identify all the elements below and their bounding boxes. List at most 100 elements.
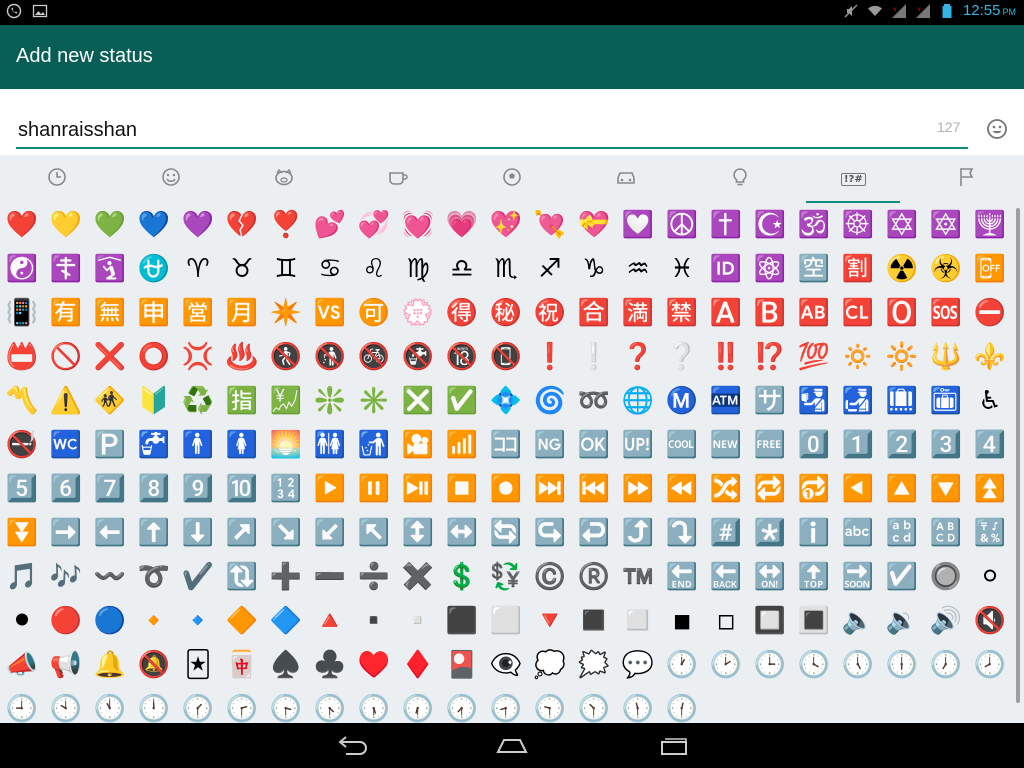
emoji-key[interactable]: 💖 [484,203,528,247]
emoji-key[interactable]: 📴 [968,247,1012,291]
emoji-key[interactable]: ◾ [660,599,704,643]
emoji-key[interactable]: ➖ [308,555,352,599]
emoji-key[interactable]: 🔠 [924,511,968,555]
emoji-key[interactable]: 🌀 [528,379,572,423]
emoji-key[interactable]: 💔 [220,203,264,247]
emoji-key[interactable]: ✖️ [396,555,440,599]
emoji-key[interactable]: ☑️ [880,555,924,599]
emoji-key[interactable]: 🕉️ [792,203,836,247]
emoji-key[interactable]: ☦️ [44,247,88,291]
emoji-key[interactable]: ♈ [176,247,220,291]
emoji-key[interactable]: 💗 [440,203,484,247]
emoji-key[interactable]: 🅾️ [880,291,924,335]
emoji-key[interactable]: ↕️ [396,511,440,555]
emoji-key[interactable]: 🈲 [660,291,704,335]
emoji-key[interactable]: 6️⃣ [44,467,88,511]
emoji-key[interactable]: 💹 [264,379,308,423]
emoji-key[interactable]: 🈵 [616,291,660,335]
emoji-key[interactable]: 🚮 [352,423,396,467]
tab-animals[interactable] [228,155,342,203]
emoji-key[interactable]: 🔆 [880,335,924,379]
emoji-key[interactable]: 💮 [396,291,440,335]
emoji-key[interactable]: ⛎ [132,247,176,291]
emoji-key[interactable]: 🕗 [968,643,1012,687]
home-button[interactable] [492,733,532,759]
emoji-key[interactable]: 💕 [308,203,352,247]
emoji-key[interactable]: 📢 [44,643,88,687]
emoji-key[interactable]: 🎵 [0,555,44,599]
emoji-key[interactable]: 🕥 [572,687,616,723]
emoji-key[interactable]: 🈳 [792,247,836,291]
tab-flags[interactable] [910,155,1024,203]
emoji-key[interactable]: 🚫 [44,335,88,379]
emoji-key[interactable]: 🔊 [924,599,968,643]
emoji-key[interactable]: 🔙 [704,555,748,599]
emoji-key[interactable]: ☯️ [0,247,44,291]
emoji-key[interactable]: ⚫ [0,599,44,643]
emoji-key[interactable]: 👁️‍🗨️ [484,643,528,687]
emoji-key[interactable]: 🔘 [924,555,968,599]
emoji-key[interactable]: 🚳 [352,335,396,379]
emoji-key[interactable]: 🆒 [660,423,704,467]
emoji-key[interactable]: ♐ [528,247,572,291]
emoji-key[interactable]: 🔚 [660,555,704,599]
emoji-key[interactable]: ♒ [616,247,660,291]
emoji-key[interactable]: ✝️ [704,203,748,247]
emoji-key[interactable]: 🃏 [176,643,220,687]
emoji-key[interactable]: 🔅 [836,335,880,379]
emoji-key[interactable]: 🌅 [264,423,308,467]
emoji-key[interactable]: 🚻 [308,423,352,467]
emoji-key[interactable]: 🔀 [704,467,748,511]
emoji-key[interactable]: 🆚 [308,291,352,335]
emoji-key[interactable]: 〽️ [0,379,44,423]
emoji-key[interactable]: 🚹 [176,423,220,467]
emoji-key[interactable]: 🗯️ [572,643,616,687]
emoji-key[interactable]: 🅱️ [748,291,792,335]
emoji-key[interactable]: 🕔 [836,643,880,687]
emoji-key[interactable]: 🆖 [528,423,572,467]
emoji-key[interactable]: 🔟 [220,467,264,511]
emoji-key[interactable]: 🉐 [440,291,484,335]
emoji-key[interactable]: ♉ [220,247,264,291]
emoji-key[interactable]: ➰ [132,555,176,599]
emoji-key[interactable]: ❓ [616,335,660,379]
emoji-key[interactable]: ⏹️ [440,467,484,511]
emoji-key[interactable]: ⛔ [968,291,1012,335]
emoji-key[interactable]: ▶️ [308,467,352,511]
emoji-key[interactable]: 🔵 [88,599,132,643]
emoji-key[interactable]: ‼️ [704,335,748,379]
emoji-key[interactable]: ♏ [484,247,528,291]
emoji-key[interactable]: ▫️ [396,599,440,643]
emoji-key[interactable]: ☣️ [924,247,968,291]
emoji-key[interactable]: 0️⃣ [792,423,836,467]
tab-activity[interactable] [455,155,569,203]
emoji-key[interactable]: 🔸 [132,599,176,643]
emoji-key[interactable]: 🈯 [220,379,264,423]
emoji-key[interactable]: 🛅 [924,379,968,423]
emoji-key[interactable]: 🔳 [792,599,836,643]
emoji-key[interactable]: ❔ [660,335,704,379]
emoji-key[interactable]: ❇️ [308,379,352,423]
emoji-key[interactable]: 🔷 [264,599,308,643]
emoji-key[interactable]: ℹ️ [792,511,836,555]
emoji-key[interactable]: ✅ [440,379,484,423]
emoji-key[interactable]: 📣 [0,643,44,687]
emoji-key[interactable]: 🕐 [660,643,704,687]
tab-objects[interactable] [683,155,797,203]
emoji-key[interactable]: ⬛ [440,599,484,643]
emoji-key[interactable]: 🉑 [352,291,396,335]
emoji-key[interactable]: 🚸 [88,379,132,423]
emoji-key[interactable]: 9️⃣ [176,467,220,511]
emoji-key[interactable]: 🕒 [748,643,792,687]
emoji-key[interactable]: 🛐 [88,247,132,291]
emoji-key[interactable]: ⁉️ [748,335,792,379]
emoji-key[interactable]: 🔢 [264,467,308,511]
emoji-key[interactable]: ❗ [528,335,572,379]
emoji-key[interactable]: 🕛 [132,687,176,723]
emoji-key[interactable]: 🔕 [132,643,176,687]
emoji-key[interactable]: 🅿️ [88,423,132,467]
emoji-key[interactable]: 🔈 [836,599,880,643]
emoji-key[interactable]: 🕤 [528,687,572,723]
emoji-key[interactable]: ⏸️ [352,467,396,511]
emoji-key[interactable]: 🔤 [836,511,880,555]
